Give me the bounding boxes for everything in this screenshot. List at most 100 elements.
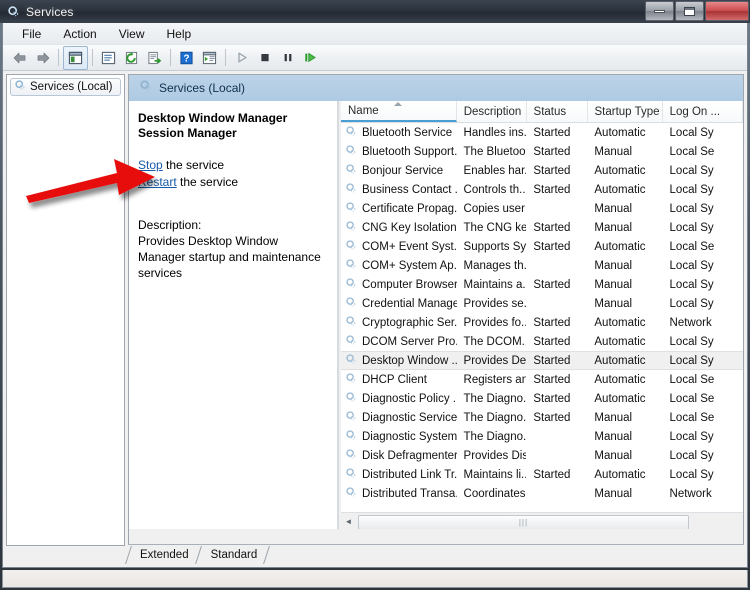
table-row[interactable]: Certificate Propag... Copies user ... Manu… <box>341 199 743 218</box>
cell-startup: Automatic <box>594 316 646 329</box>
cell-logon: Local Sy <box>669 278 714 291</box>
services-gear-icon <box>7 5 20 18</box>
table-row[interactable]: Diagnostic Policy ... The Diagno... Starte… <box>341 389 743 408</box>
cell-text: CNG Key Isolation <box>362 221 457 234</box>
cell-logon: Local Se <box>669 240 715 253</box>
cell-text: Computer Browser <box>362 278 457 291</box>
stop-service-button[interactable] <box>253 47 276 69</box>
menu-action[interactable]: Action <box>52 25 107 43</box>
cell-name: Diagnostic System... <box>341 429 457 444</box>
table-row[interactable]: Cryptographic Ser... Provides fo... Starte… <box>341 313 743 332</box>
cell-logon: Local Se <box>669 145 715 158</box>
menu-help[interactable]: Help <box>156 25 203 43</box>
table-row[interactable]: Bluetooth Service Handles ins... Started Au… <box>341 123 743 142</box>
table-row[interactable]: Business Contact ... Controls th... Starte… <box>341 180 743 199</box>
cell-text: COM+ System Ap... <box>362 259 457 272</box>
table-row[interactable]: Bluetooth Support... The Bluetoo... Starte… <box>341 142 743 161</box>
pane-header: Services (Local) <box>129 75 743 101</box>
table-row[interactable]: CNG Key Isolation The CNG ke... Started Man… <box>341 218 743 237</box>
column-header-description[interactable]: Description <box>457 101 527 122</box>
cell-logon: Local Se <box>669 392 715 405</box>
cell-startup: Manual <box>594 202 633 215</box>
column-header-startup-type[interactable]: Startup Type <box>588 101 663 122</box>
services-list: Name Description Status Startup Type Log On … <box>341 101 743 529</box>
minimize-button[interactable] <box>645 1 674 21</box>
show-hide-action-pane-button[interactable] <box>97 47 120 69</box>
cell-name: Bluetooth Support... <box>341 144 457 159</box>
restart-service-link[interactable]: Restart <box>138 175 177 189</box>
cell-startup: Automatic <box>594 335 646 348</box>
table-row[interactable]: Distributed Transa... Coordinates... Manua… <box>341 484 743 503</box>
cell-status: Started <box>533 392 571 405</box>
properties-button[interactable] <box>198 47 221 69</box>
service-actions: Stop the service Restart the service <box>138 157 328 191</box>
cell-description: The Diagno... <box>463 392 527 405</box>
table-row[interactable]: COM+ System Ap... Manages th... Manual Loca… <box>341 256 743 275</box>
table-row[interactable]: Disk Defragmenter Provides Dis... Manual Lo… <box>341 446 743 465</box>
stop-service-line: Stop the service <box>138 157 328 174</box>
service-gear-icon <box>345 353 357 368</box>
cell-startup: Manual <box>594 411 633 424</box>
title-bar: Services <box>0 0 750 23</box>
scrollbar-thumb[interactable]: ||| <box>358 514 689 529</box>
menu-file[interactable]: File <box>11 25 52 43</box>
cell-logon: Network <box>669 487 712 500</box>
sidebar-item-services-local[interactable]: Services (Local) <box>10 78 121 96</box>
table-row[interactable]: Desktop Window ... Provides De... Started A… <box>341 351 743 370</box>
tab-standard[interactable]: Standard <box>199 546 271 564</box>
scrollbar-track[interactable]: ||| <box>356 514 743 529</box>
column-header-log-on[interactable]: Log On ... <box>663 101 743 122</box>
cell-name: Distributed Link Tr... <box>341 467 457 482</box>
refresh-button[interactable] <box>120 47 143 69</box>
pause-service-button[interactable] <box>276 47 299 69</box>
restart-service-button[interactable] <box>299 47 322 69</box>
horizontal-scrollbar[interactable]: ◄ ||| <box>341 512 743 529</box>
cell-status: Started <box>533 411 571 424</box>
table-row[interactable]: Credential Manager Provides se... Manual Lo… <box>341 294 743 313</box>
cell-logon: Network <box>669 316 712 329</box>
cell-name: Cryptographic Ser... <box>341 315 457 330</box>
table-row[interactable]: COM+ Event Syst... Supports Sy... Started A… <box>341 237 743 256</box>
scroll-left-icon[interactable]: ◄ <box>341 514 356 529</box>
close-button[interactable] <box>705 1 749 21</box>
forward-button[interactable] <box>31 47 54 69</box>
cell-text: Bluetooth Service <box>362 126 453 139</box>
table-row[interactable]: Distributed Link Tr... Maintains li... Sta… <box>341 465 743 484</box>
cell-text: Diagnostic Policy ... <box>362 392 457 405</box>
cell-startup: Manual <box>594 221 633 234</box>
cell-logon: Local Se <box>669 373 715 386</box>
menu-view[interactable]: View <box>108 25 156 43</box>
export-list-button[interactable] <box>143 47 166 69</box>
column-header-name[interactable]: Name <box>341 101 457 122</box>
table-row[interactable]: Diagnostic Service... The Diagno... Starte… <box>341 408 743 427</box>
table-row[interactable]: DCOM Server Pro... The DCOM... Started Auto… <box>341 332 743 351</box>
cell-startup: Automatic <box>594 126 646 139</box>
stop-service-link[interactable]: Stop <box>138 158 163 172</box>
cell-logon: Local Sy <box>669 126 714 139</box>
cell-startup: Automatic <box>594 373 646 386</box>
start-service-button[interactable] <box>230 47 253 69</box>
table-row[interactable]: Computer Browser Maintains a... Started Man… <box>341 275 743 294</box>
help-button[interactable]: ? <box>175 47 198 69</box>
cell-startup: Manual <box>594 278 633 291</box>
maximize-button[interactable] <box>675 1 704 21</box>
table-row[interactable]: DHCP Client Registers an... Started Automat… <box>341 370 743 389</box>
cell-startup: Automatic <box>594 468 646 481</box>
description-text: Provides Desktop Window Manager startup … <box>138 234 321 280</box>
cell-text: COM+ Event Syst... <box>362 240 457 253</box>
cell-text: Disk Defragmenter <box>362 449 457 462</box>
cell-text: Distributed Link Tr... <box>362 468 457 481</box>
table-row[interactable]: Bonjour Service Enables har... Started Auto… <box>341 161 743 180</box>
pane-header-title: Services (Local) <box>159 81 246 95</box>
back-button[interactable] <box>8 47 31 69</box>
cell-status: Started <box>533 316 571 329</box>
list-rows: Bluetooth Service Handles ins... Started Au… <box>341 123 743 529</box>
column-header-status[interactable]: Status <box>527 101 588 122</box>
cell-description: Copies user ... <box>463 202 527 215</box>
table-row[interactable]: Diagnostic System... The Diagno... Manual L… <box>341 427 743 446</box>
show-hide-console-tree-button[interactable] <box>63 45 88 70</box>
service-gear-icon <box>345 391 357 406</box>
tab-extended[interactable]: Extended <box>125 546 202 564</box>
cell-startup: Manual <box>594 259 633 272</box>
service-gear-icon <box>345 277 357 292</box>
